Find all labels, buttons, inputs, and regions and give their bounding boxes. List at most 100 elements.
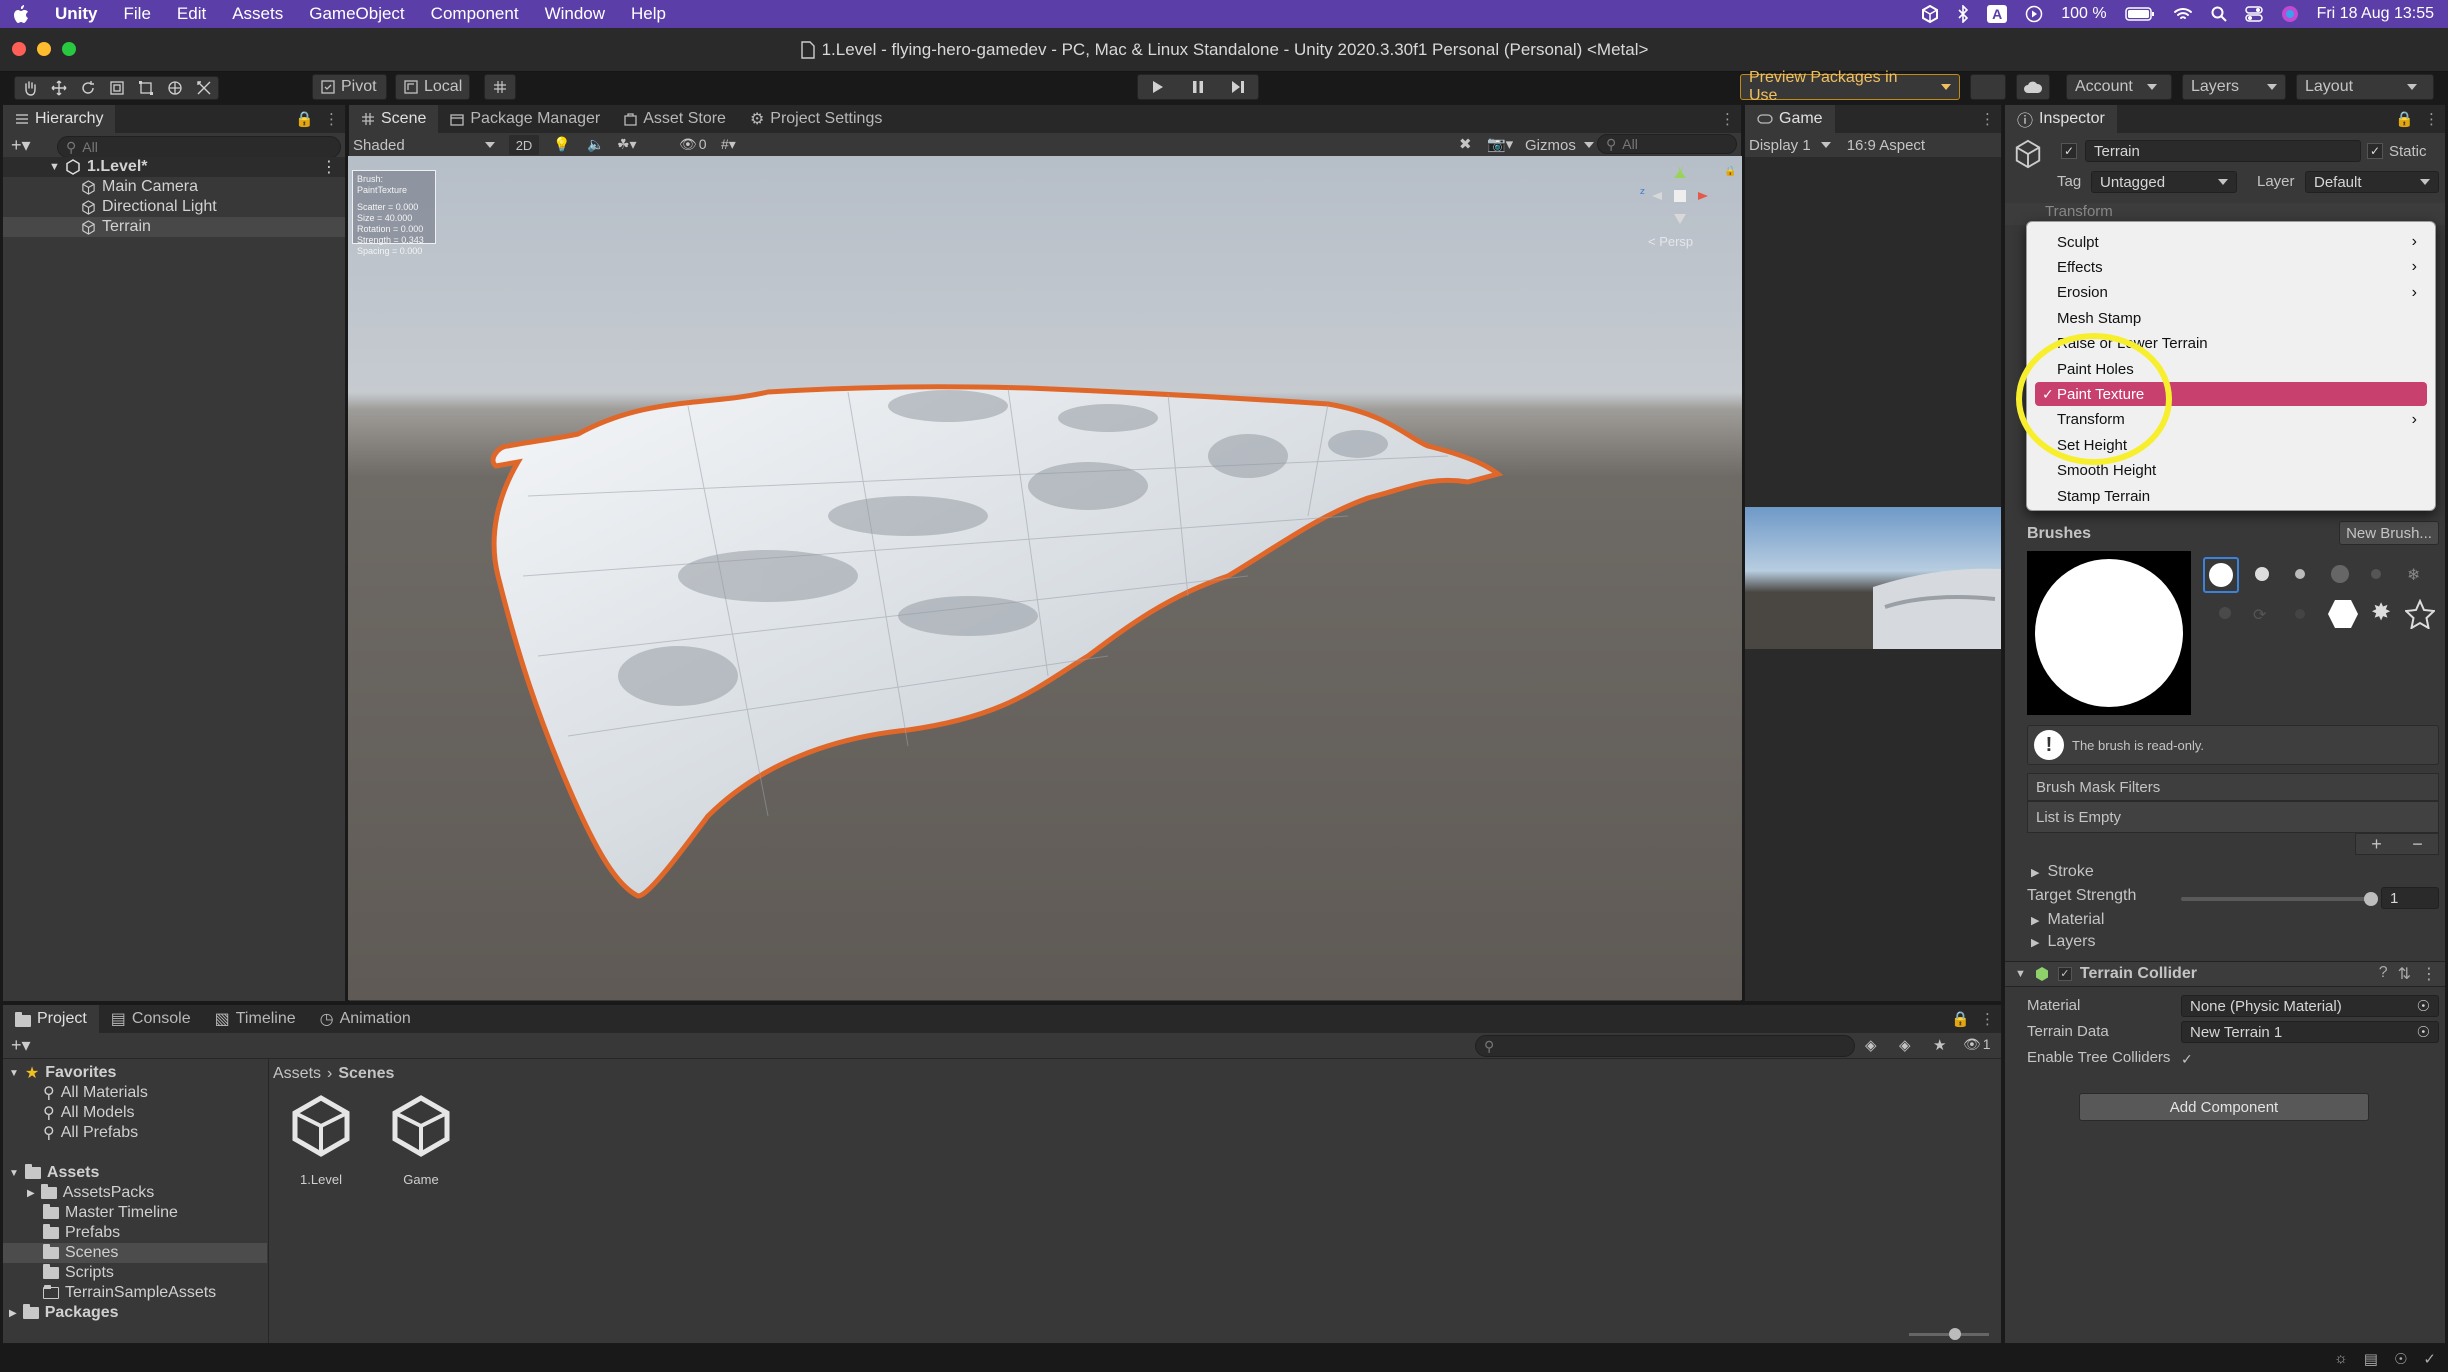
tab-game[interactable]: Game	[1745, 105, 1835, 133]
tool-menu-item[interactable]: Erosion ›	[2035, 281, 2427, 305]
hierarchy-item-directional-light[interactable]: Directional Light	[3, 197, 345, 217]
scene-search-input[interactable]: ⚲ All	[1597, 134, 1737, 154]
more-menu-icon[interactable]: ⋮	[324, 110, 339, 128]
collider-enabled-checkbox[interactable]: ✓	[2057, 967, 2072, 981]
auto-generate-lighting-icon[interactable]: ☼	[2334, 1350, 2348, 1368]
menu-window[interactable]: Window	[532, 4, 618, 24]
breadcrumb-assets[interactable]: Assets	[273, 1065, 321, 1083]
slider-thumb[interactable]	[1949, 1328, 1961, 1340]
lock-icon[interactable]: 🔒	[295, 110, 314, 128]
wifi-icon[interactable]	[2173, 6, 2193, 22]
project-search-input[interactable]: ⚲	[1475, 1035, 1855, 1057]
toggle-2d-button[interactable]: 2D	[509, 135, 539, 155]
lock-icon[interactable]: 🔒	[2395, 110, 2414, 128]
layers-dropdown[interactable]: Layers	[2182, 74, 2286, 100]
hidden-packages-icon[interactable]: 👁 1	[1963, 1036, 1991, 1053]
hierarchy-item-terrain[interactable]: Terrain	[3, 217, 345, 237]
scene-orientation-gizmo[interactable]: y z	[1638, 164, 1728, 234]
static-dropdown[interactable]: Static	[2389, 143, 2427, 160]
effects-toggle-icon[interactable]: ☘▾	[617, 136, 637, 153]
tab-timeline[interactable]: ▧ Timeline	[203, 1005, 308, 1033]
play-circle-icon[interactable]	[2025, 5, 2043, 23]
grid-snap-button[interactable]	[484, 74, 516, 100]
tab-console[interactable]: ▤ Console	[99, 1005, 203, 1033]
menu-help[interactable]: Help	[618, 4, 679, 24]
target-strength-field[interactable]: 1	[2381, 887, 2439, 909]
tab-animation[interactable]: ◷ Animation	[308, 1005, 423, 1033]
brush-swatch[interactable]	[2371, 569, 2381, 579]
brush-swatch[interactable]	[2295, 569, 2305, 579]
collab-button[interactable]	[1970, 74, 2006, 100]
folder-scenes[interactable]: Scenes	[43, 1243, 118, 1263]
brush-palette[interactable]: ❄ ⟳ ✸	[2201, 555, 2439, 639]
stroke-foldout[interactable]: ▶ Stroke	[2031, 863, 2094, 881]
more-menu-icon[interactable]: ⋮	[1720, 110, 1735, 128]
more-menu-icon[interactable]: ⋮	[1980, 1010, 1995, 1028]
create-add-button[interactable]: +▾	[11, 135, 31, 156]
expand-arrow-icon[interactable]: ▼	[49, 161, 60, 173]
scene-viewport[interactable]: Brush: PaintTexture Scatter = 0.000 Size…	[348, 156, 1742, 1000]
slider-thumb[interactable]	[2364, 892, 2378, 906]
tab-hierarchy[interactable]: Hierarchy	[3, 105, 116, 133]
packages-folder-header[interactable]: ▶ Packages	[9, 1303, 119, 1323]
object-picker-icon[interactable]: ☉	[2417, 997, 2430, 1015]
presets-icon[interactable]: ⇅	[2398, 964, 2411, 984]
bluetooth-icon[interactable]	[1957, 5, 1969, 23]
move-tool-icon[interactable]	[44, 77, 73, 99]
breadcrumb-scenes[interactable]: Scenes	[338, 1065, 394, 1083]
lock-icon[interactable]: 🔒	[1951, 1010, 1970, 1028]
grid-toggle-icon[interactable]: #▾	[721, 136, 736, 153]
game-view-render[interactable]	[1745, 507, 2001, 649]
tab-inspector[interactable]: ⓘ Inspector	[2005, 105, 2117, 133]
spotlight-search-icon[interactable]	[2211, 6, 2227, 22]
siri-icon[interactable]	[2281, 5, 2299, 23]
tab-package-manager[interactable]: Package Manager	[438, 105, 612, 133]
folder-master-timeline[interactable]: Master Timeline	[43, 1203, 178, 1223]
object-picker-icon[interactable]: ☉	[2417, 1023, 2430, 1041]
material-foldout[interactable]: ▶ Material	[2031, 911, 2104, 929]
tag-dropdown[interactable]: Untagged	[2091, 171, 2237, 193]
tool-menu-item[interactable]: Sculpt ›	[2035, 230, 2427, 254]
tool-menu-item[interactable]: Stamp Terrain	[2035, 484, 2427, 508]
brush-swatch[interactable]	[2255, 567, 2269, 581]
account-dropdown[interactable]: Account	[2066, 74, 2172, 100]
camera-settings-icon[interactable]: 📷▾	[1487, 135, 1513, 153]
step-button[interactable]	[1218, 75, 1258, 99]
object-name-field[interactable]: Terrain	[2085, 140, 2361, 162]
assets-folder-header[interactable]: ▼ Assets	[9, 1163, 99, 1183]
scale-tool-icon[interactable]	[102, 77, 131, 99]
favorite-item-all-materials[interactable]: ⚲ All Materials	[43, 1083, 148, 1103]
audio-toggle-icon[interactable]: 🔈	[587, 136, 604, 153]
more-menu-icon[interactable]: ⋮	[2421, 964, 2437, 984]
favorites-header[interactable]: ▼ ★ Favorites	[9, 1063, 116, 1083]
unity-cloud-icon[interactable]	[1921, 5, 1939, 23]
persp-label[interactable]: < Persp	[1648, 234, 1693, 249]
custom-tool-icon[interactable]	[189, 77, 218, 99]
minimize-window-button[interactable]	[37, 42, 51, 56]
close-window-button[interactable]	[12, 42, 26, 56]
cache-server-icon[interactable]: ▤	[2364, 1350, 2378, 1368]
zoom-slider[interactable]	[1909, 1328, 1989, 1340]
shading-mode-dropdown[interactable]: Shaded	[353, 135, 501, 155]
terrain-mesh-render[interactable]	[348, 156, 1742, 1000]
menu-file[interactable]: File	[111, 4, 164, 24]
menu-edit[interactable]: Edit	[164, 4, 219, 24]
menu-assets[interactable]: Assets	[219, 4, 296, 24]
more-menu-icon[interactable]: ⋮	[1980, 110, 1995, 128]
favorite-item-all-models[interactable]: ⚲ All Models	[43, 1103, 135, 1123]
brush-swatch-burst[interactable]: ✸	[2371, 601, 2391, 625]
tab-project-settings[interactable]: ⚙ Project Settings	[738, 105, 894, 133]
tab-asset-store[interactable]: Asset Store	[612, 105, 738, 133]
create-add-button[interactable]: +▾	[11, 1035, 31, 1056]
new-brush-button[interactable]: New Brush...	[2339, 521, 2439, 545]
static-checkbox[interactable]: ✓	[2367, 143, 2383, 159]
rotate-tool-icon[interactable]	[73, 77, 102, 99]
local-toggle[interactable]: Local	[395, 74, 470, 100]
more-menu-icon[interactable]: ⋮	[2424, 110, 2439, 128]
brush-swatch-selected[interactable]	[2203, 557, 2239, 593]
help-icon[interactable]: ?	[2379, 964, 2388, 984]
layers-foldout[interactable]: ▶ Layers	[2031, 933, 2096, 951]
aspect-dropdown[interactable]: 16:9 Aspect	[1847, 137, 1925, 154]
display-dropdown[interactable]: Display 1	[1749, 137, 1811, 154]
scene-more-icon[interactable]: ⋮	[321, 157, 337, 177]
